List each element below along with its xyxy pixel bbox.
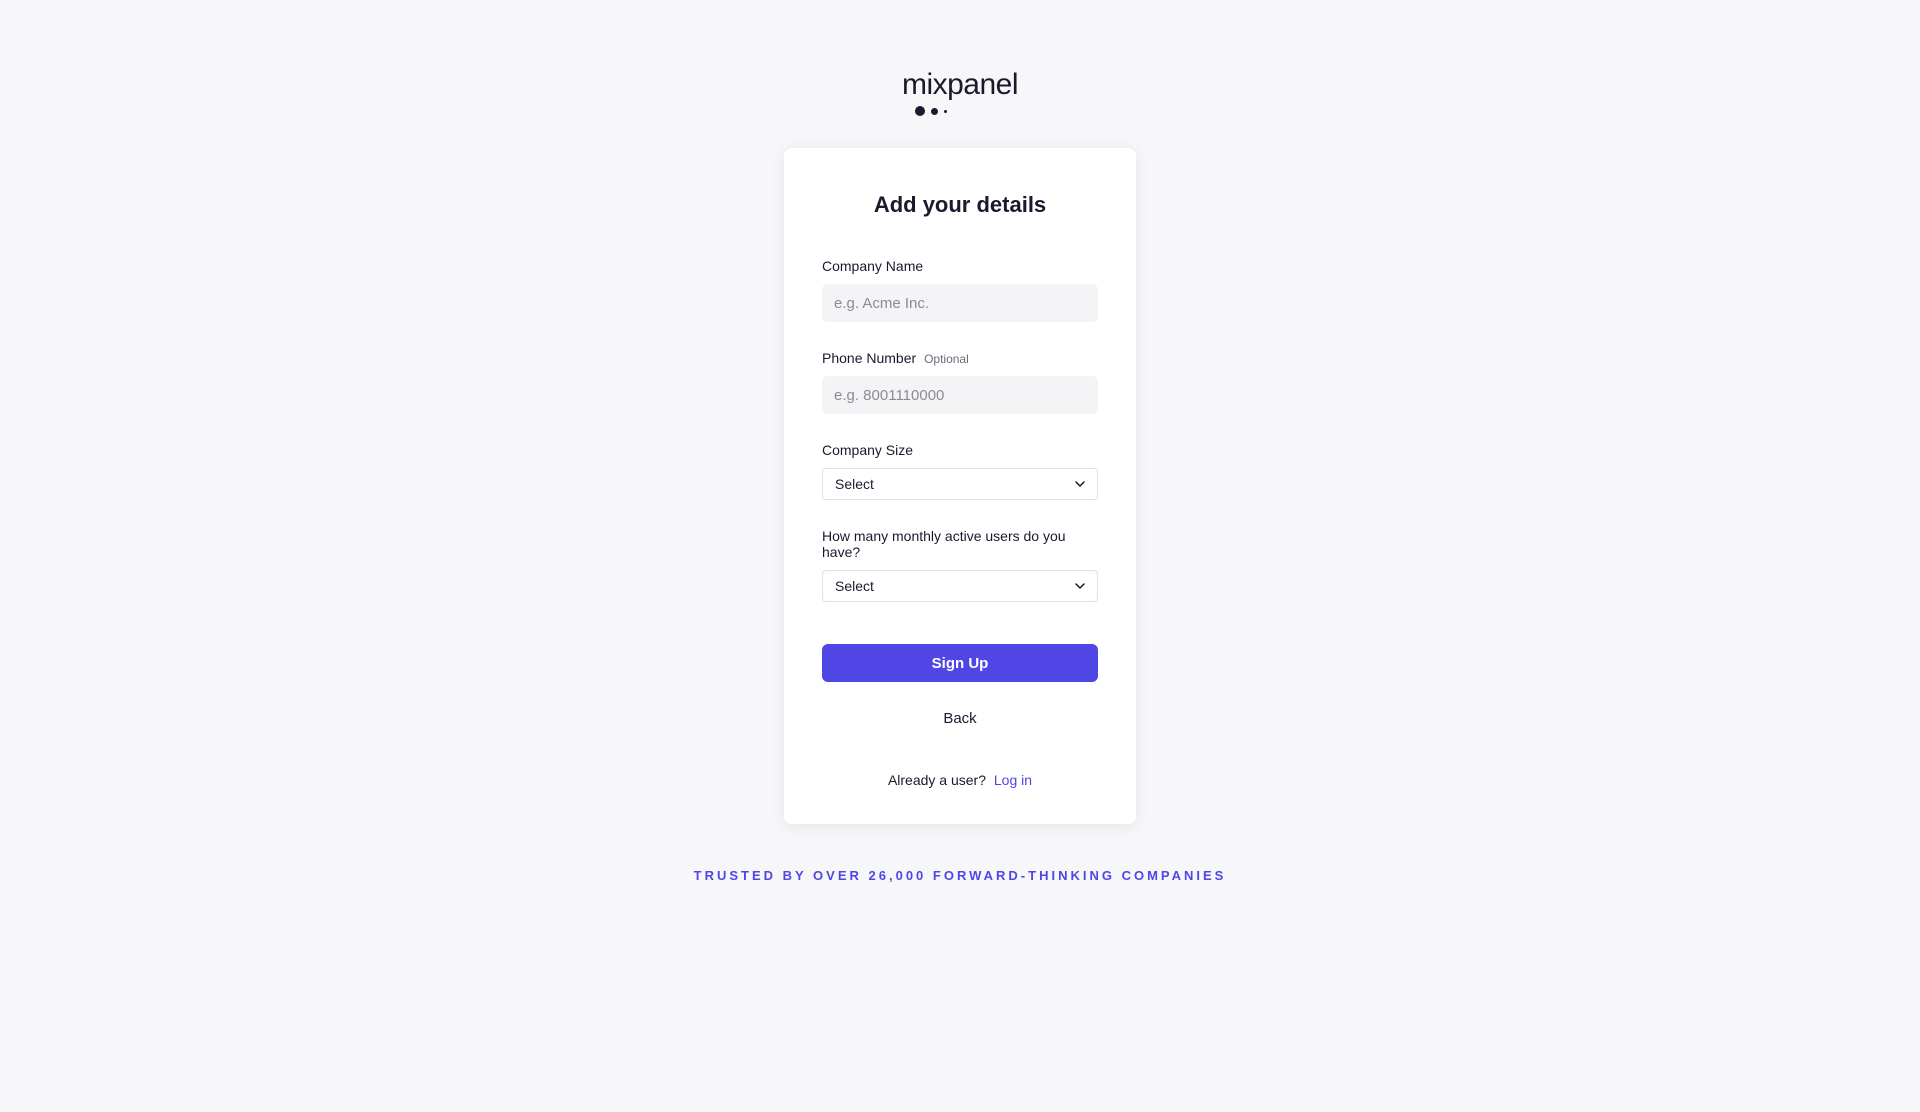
login-prompt-text: Already a user? [888, 772, 986, 788]
logo-dot-icon [944, 110, 947, 113]
login-link[interactable]: Log in [994, 772, 1032, 788]
back-button[interactable]: Back [822, 710, 1098, 727]
company-size-label: Company Size [822, 442, 1098, 458]
chevron-down-icon [1075, 581, 1085, 591]
company-name-group: Company Name [822, 258, 1098, 322]
logo-dots [915, 106, 947, 116]
logo-dot-icon [931, 108, 938, 115]
phone-number-optional-text: Optional [924, 352, 969, 366]
company-name-input[interactable] [822, 284, 1098, 322]
login-prompt: Already a user? Log in [822, 772, 1098, 788]
company-size-group: Company Size Select [822, 442, 1098, 500]
card-title: Add your details [822, 192, 1098, 218]
logo-dot-icon [915, 106, 925, 116]
chevron-down-icon [1075, 479, 1085, 489]
trusted-companies-text: TRUSTED BY OVER 26,000 FORWARD-THINKING … [694, 868, 1227, 883]
company-name-label: Company Name [822, 258, 1098, 274]
signup-button[interactable]: Sign Up [822, 644, 1098, 682]
logo: mixpanel [902, 70, 1018, 116]
phone-number-label: Phone Number Optional [822, 350, 1098, 366]
phone-number-group: Phone Number Optional [822, 350, 1098, 414]
company-size-selected-value: Select [835, 476, 874, 492]
logo-text: mixpanel [902, 70, 1018, 100]
company-size-select[interactable]: Select [822, 468, 1098, 500]
mau-select[interactable]: Select [822, 570, 1098, 602]
mau-label: How many monthly active users do you hav… [822, 528, 1098, 560]
mau-group: How many monthly active users do you hav… [822, 528, 1098, 602]
mau-selected-value: Select [835, 578, 874, 594]
phone-number-input[interactable] [822, 376, 1098, 414]
phone-number-label-text: Phone Number [822, 350, 916, 366]
signup-card: Add your details Company Name Phone Numb… [784, 148, 1136, 824]
